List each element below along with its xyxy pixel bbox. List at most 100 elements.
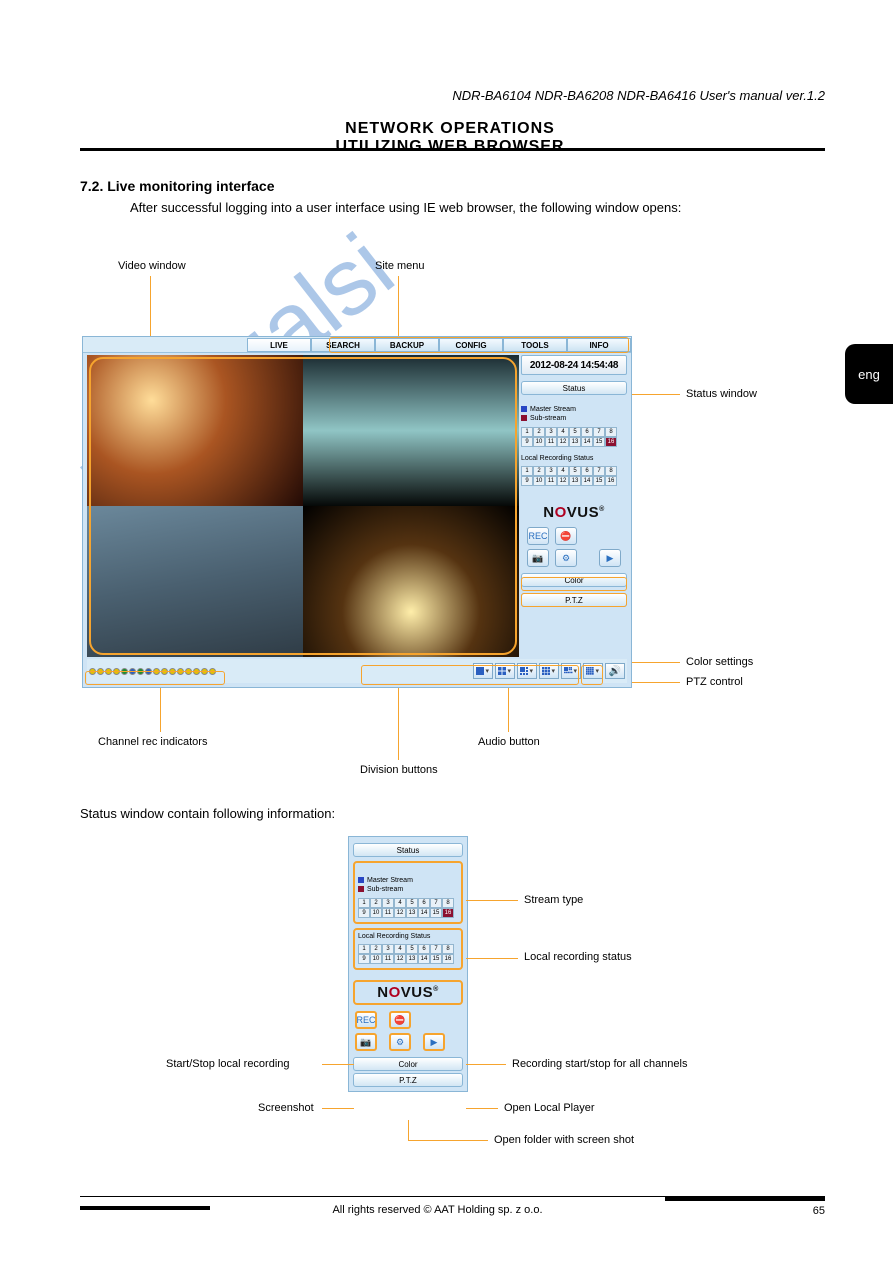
ch[interactable]: 13 [569,437,581,447]
ch[interactable]: 14 [581,476,593,486]
status-panel-btn[interactable]: Status [521,381,627,395]
ch[interactable]: 2 [370,898,382,908]
highlight-chan-indicators [85,671,225,685]
stop-local-rec-button[interactable]: ⛔ [389,1011,411,1029]
ch[interactable]: 9 [521,437,533,447]
callout-division-buttons: Division buttons [360,764,438,776]
ch[interactable]: 14 [581,437,593,447]
app-window: LIVE SEARCH BACKUP CONFIG TOOLS INFO ▾ ▾… [82,336,632,688]
status-detail-panel: Status Master Stream Sub-stream 1 2 3 4 … [348,836,468,1092]
ch[interactable]: 1 [358,898,370,908]
video-tile-2[interactable] [303,355,519,506]
ch[interactable]: 5 [569,466,581,476]
leader [398,276,399,336]
ptz-panel-btn[interactable]: P.T.Z [353,1073,463,1087]
ch[interactable]: 13 [569,476,581,486]
ch[interactable]: 7 [430,898,442,908]
ch[interactable]: 3 [545,427,557,437]
rec-all-button[interactable]: REC [355,1011,377,1029]
leader [466,900,518,901]
ch[interactable]: 6 [418,898,430,908]
ch[interactable]: 6 [418,944,430,954]
ch[interactable]: 4 [557,427,569,437]
ch[interactable]: 15 [593,437,605,447]
ch[interactable]: 7 [593,466,605,476]
section-number: 7.2. Live monitoring interface [80,178,275,194]
ch[interactable]: 15 [430,908,442,918]
local-rec-status-label: Local Recording Status [521,455,627,462]
rec-all-button[interactable]: REC [527,527,549,545]
local-player-button[interactable]: ▶ [599,549,621,567]
ch[interactable]: 14 [418,954,430,964]
ch[interactable]: 4 [557,466,569,476]
ch[interactable]: 2 [533,466,545,476]
ch[interactable]: 7 [593,427,605,437]
status-panel-btn[interactable]: Status [353,843,463,857]
ch[interactable]: 10 [533,476,545,486]
screenshot-button[interactable]: 📷 [527,549,549,567]
ch[interactable]: 13 [406,954,418,964]
ch[interactable]: 10 [370,908,382,918]
stop-local-rec-button[interactable]: ⛔ [555,527,577,545]
ch[interactable]: 5 [569,427,581,437]
ch[interactable]: 11 [382,954,394,964]
ch[interactable]: 11 [382,908,394,918]
ch[interactable]: 1 [358,944,370,954]
ch[interactable]: 8 [605,466,617,476]
ch[interactable]: 16 [605,476,617,486]
ch[interactable]: 9 [521,476,533,486]
ch[interactable]: 3 [382,898,394,908]
ch[interactable]: 12 [557,476,569,486]
ch[interactable]: 5 [406,944,418,954]
local-player-button[interactable]: ▶ [423,1033,445,1051]
tab-live[interactable]: LIVE [247,338,311,352]
ch[interactable]: 12 [394,954,406,964]
callout-local-rec-status: Local recording status [524,951,632,963]
ch[interactable]: 1 [521,427,533,437]
ch[interactable]: 8 [442,898,454,908]
ch[interactable]: 6 [581,427,593,437]
ch[interactable]: 16 [442,908,454,918]
audio-button[interactable]: 🔊 [605,663,625,679]
ch[interactable]: 14 [418,908,430,918]
section-intro: After successful logging into a user int… [130,200,681,215]
ch[interactable]: 11 [545,437,557,447]
open-folder-button[interactable]: ⚙︎ [389,1033,411,1051]
leader [398,688,399,760]
highlight-ptz [521,593,627,607]
ch[interactable]: 2 [370,944,382,954]
ch[interactable]: 16 [605,437,617,447]
ch[interactable]: 10 [370,954,382,964]
open-folder-button[interactable]: ⚙︎ [555,549,577,567]
color-panel-btn[interactable]: Color [353,1057,463,1071]
video-tile-4[interactable] [303,506,519,657]
ch[interactable]: 16 [442,954,454,964]
ch[interactable]: 12 [394,908,406,918]
ch[interactable]: 11 [545,476,557,486]
callout-screenshot: Screenshot [258,1102,314,1114]
ch[interactable]: 3 [382,944,394,954]
ch[interactable]: 1 [521,466,533,476]
ch[interactable]: 8 [605,427,617,437]
ch[interactable]: 15 [593,476,605,486]
ch[interactable]: 5 [406,898,418,908]
ch[interactable]: 4 [394,898,406,908]
screenshot-button[interactable]: 📷 [355,1033,377,1051]
ch[interactable]: 12 [557,437,569,447]
ch[interactable]: 6 [581,466,593,476]
callout-status-window: Status window [686,388,757,400]
ch[interactable]: 10 [533,437,545,447]
ch[interactable]: 9 [358,908,370,918]
ch[interactable]: 3 [545,466,557,476]
ch[interactable]: 2 [533,427,545,437]
ch[interactable]: 8 [442,944,454,954]
ch[interactable]: 15 [430,954,442,964]
video-tile-1[interactable] [87,355,303,506]
ch[interactable]: 9 [358,954,370,964]
callout-chan-rec-indicators: Channel rec indicators [98,736,207,748]
callout-rec-all: Recording start/stop for all channels [512,1058,762,1070]
ch[interactable]: 7 [430,944,442,954]
ch[interactable]: 13 [406,908,418,918]
ch[interactable]: 4 [394,944,406,954]
video-tile-3[interactable] [87,506,303,657]
